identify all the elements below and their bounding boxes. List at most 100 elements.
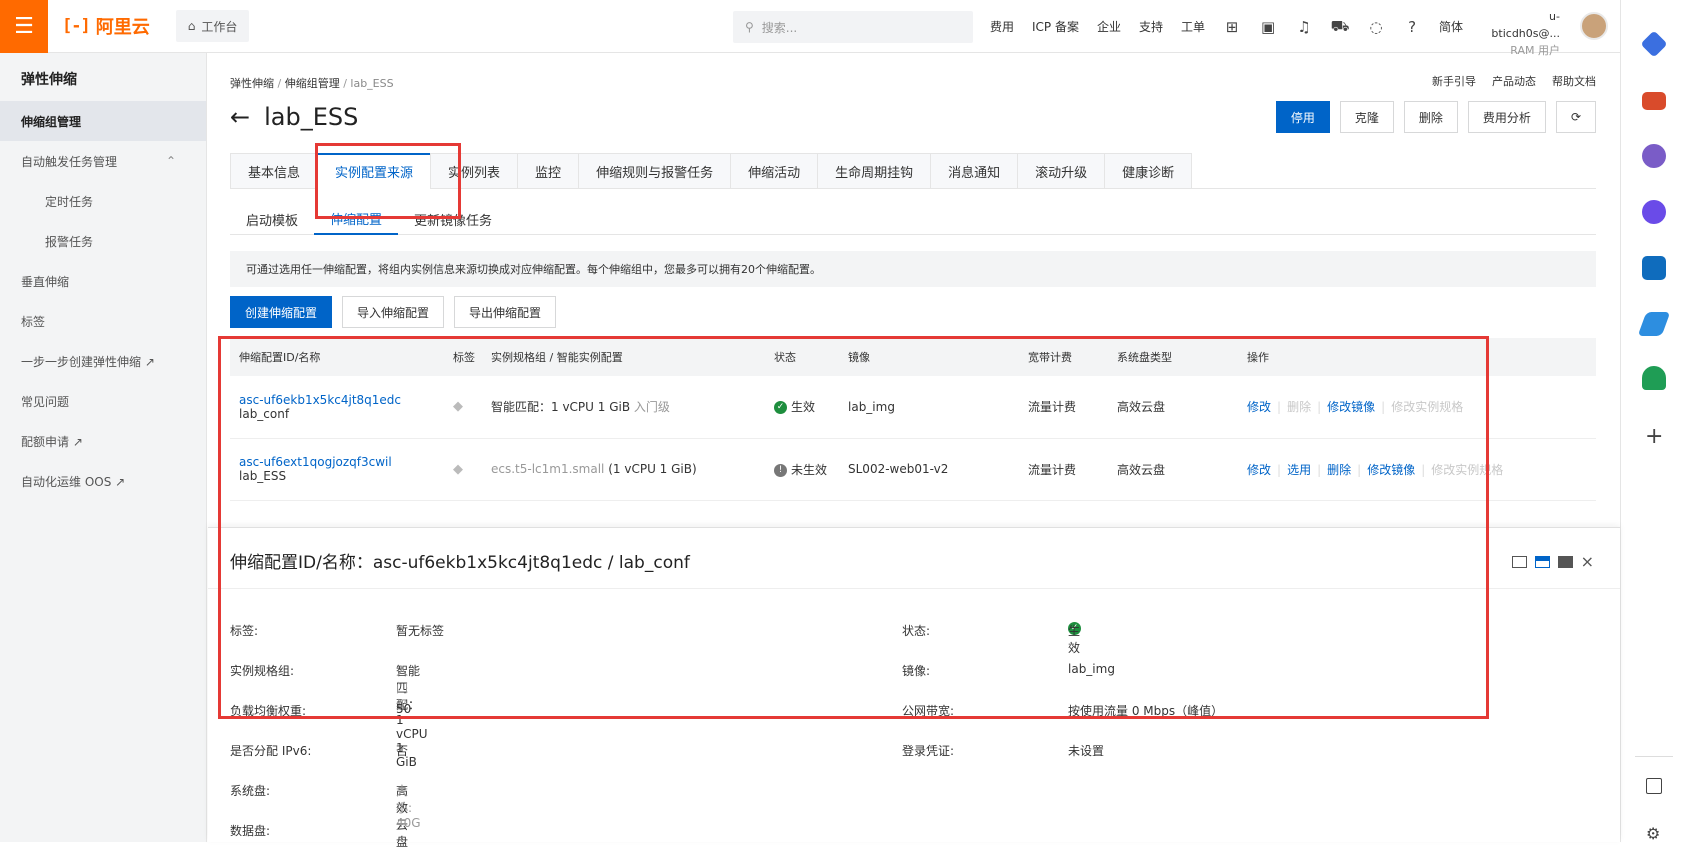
aliyun-logo[interactable]: [-] 阿里云 — [62, 13, 150, 39]
edit-link[interactable]: 修改 — [1247, 463, 1271, 477]
config-name: lab_ESS — [239, 469, 287, 483]
tab-rolling-update[interactable]: 滚动升级 — [1017, 153, 1105, 189]
cart-icon[interactable]: ⛟ — [1331, 17, 1350, 36]
sidebar-item-auto-trigger[interactable]: 自动触发任务管理 ⌃ — [0, 141, 206, 181]
link-docs[interactable]: 帮助文档 — [1552, 73, 1596, 89]
op-separator: | — [1317, 462, 1322, 477]
hamburger-menu-icon[interactable]: ☰ — [0, 0, 48, 53]
config-id-link[interactable]: asc-uf6ekb1x5kc4jt8q1edc — [239, 393, 444, 407]
tag-icon[interactable]: ◆ — [453, 462, 463, 477]
nav-enterprise[interactable]: 企业 — [1097, 18, 1121, 35]
tag-icon[interactable] — [1640, 30, 1668, 58]
edit-image-link[interactable]: 修改镜像 — [1367, 463, 1415, 477]
browser-side-rail: + ⚙ — [1620, 0, 1686, 843]
tab-monitoring[interactable]: 监控 — [517, 153, 579, 189]
detail-label: 负载均衡权重: — [230, 704, 307, 718]
nav-icp[interactable]: ICP 备案 — [1032, 18, 1079, 35]
sidebar-item-oos[interactable]: 自动化运维 OOS ↗ — [0, 461, 206, 501]
link-guide[interactable]: 新手引导 — [1432, 73, 1476, 89]
people-icon[interactable] — [1642, 144, 1666, 168]
user-info[interactable]: u-bticdh0s@... RAM 用户 — [1490, 8, 1560, 59]
toolbox-icon[interactable] — [1642, 92, 1666, 110]
billing-type: 流量计费 — [1019, 376, 1108, 439]
layout-bottom-icon[interactable] — [1511, 555, 1527, 568]
copilot-icon[interactable] — [1642, 200, 1666, 224]
edit-link[interactable]: 修改 — [1247, 400, 1271, 414]
avatar[interactable] — [1580, 12, 1608, 40]
sidebar-item-scaling-group[interactable]: 伸缩组管理 — [0, 101, 206, 141]
column-header: 系统盘类型 — [1108, 338, 1238, 376]
layout-full-icon[interactable] — [1557, 555, 1573, 568]
nav-support[interactable]: 支持 — [1139, 18, 1163, 35]
config-id-link[interactable]: asc-uf6ext1qogjozqf3cwil — [239, 455, 444, 469]
select-link[interactable]: 选用 — [1287, 463, 1311, 477]
config-button-row: 创建伸缩配置 导入伸缩配置 导出伸缩配置 — [230, 296, 557, 328]
edit-spec-link[interactable]: 修改实例规格 — [1431, 463, 1503, 477]
tab-lifecycle-hooks[interactable]: 生命周期挂钩 — [817, 153, 931, 189]
sidebar-item-label: 自动触发任务管理 — [21, 154, 118, 169]
outlook-icon[interactable] — [1642, 256, 1666, 280]
sidebar-item-vertical-scaling[interactable]: 垂直伸缩 — [0, 261, 206, 301]
terminal-icon[interactable]: ▣ — [1259, 18, 1277, 36]
tab-basic-info[interactable]: 基本信息 — [230, 153, 318, 189]
disk-type: 高效云盘 — [1108, 438, 1238, 501]
sidebar-item-alarm-task[interactable]: 报警任务 — [0, 221, 206, 261]
create-config-button[interactable]: 创建伸缩配置 — [230, 296, 333, 328]
send-icon[interactable] — [1637, 312, 1671, 336]
delete-link[interactable]: 删除 — [1327, 463, 1351, 477]
breadcrumb-item[interactable]: 伸缩组管理 — [285, 77, 340, 90]
workbench-button[interactable]: ⌂ 工作台 — [175, 10, 250, 42]
sidebar-toggle-icon[interactable] — [1646, 778, 1662, 794]
sidebar-item-tags[interactable]: 标签 — [0, 301, 206, 341]
sidebar-item-label: 伸缩组管理 — [21, 114, 82, 129]
column-header: 操作 — [1238, 338, 1596, 376]
export-config-button[interactable]: 导出伸缩配置 — [454, 296, 557, 328]
tab-instance-list[interactable]: 实例列表 — [430, 153, 518, 189]
cost-analysis-button[interactable]: 费用分析 — [1467, 101, 1546, 133]
subtab-launch-template[interactable]: 启动模板 — [230, 203, 314, 235]
refresh-icon[interactable]: ⟳ — [1555, 101, 1596, 133]
delete-button[interactable]: 删除 — [1403, 101, 1458, 133]
close-icon[interactable]: × — [1581, 552, 1594, 571]
layout-half-icon[interactable] — [1534, 555, 1550, 568]
lightbulb-icon[interactable]: ◌ — [1367, 18, 1385, 36]
tab-scaling-activity[interactable]: 伸缩活动 — [730, 153, 818, 189]
check-circle-icon: ✓ — [774, 401, 787, 415]
resource-icon[interactable]: ⊞ — [1223, 18, 1241, 36]
settings-icon[interactable]: ⚙ — [1646, 824, 1660, 843]
language-switch[interactable]: 简体 — [1439, 18, 1463, 35]
sidebar-item-quota[interactable]: 配额申请 ↗ — [0, 421, 206, 461]
subtab-update-image[interactable]: 更新镜像任务 — [398, 203, 508, 235]
tab-health-check[interactable]: 健康诊断 — [1104, 153, 1193, 189]
nav-cost[interactable]: 费用 — [990, 18, 1014, 35]
sidebar-item-scheduled-task[interactable]: 定时任务 — [0, 181, 206, 221]
op-separator: | — [1317, 400, 1322, 415]
search-input[interactable]: ⚲ 搜索... — [733, 11, 973, 43]
tab-scaling-rules[interactable]: 伸缩规则与报警任务 — [578, 153, 731, 189]
bell-icon[interactable]: ♫ — [1295, 18, 1313, 36]
help-icon[interactable]: ? — [1403, 18, 1421, 36]
breadcrumb-item[interactable]: 弹性伸缩 — [230, 77, 274, 90]
column-header: 状态 — [765, 338, 839, 376]
clone-button[interactable]: 克隆 — [1339, 101, 1394, 133]
stop-button[interactable]: 停用 — [1275, 101, 1330, 133]
breadcrumb: 弹性伸缩 / 伸缩组管理 / lab_ESS — [230, 75, 394, 91]
back-arrow-icon[interactable]: ← — [230, 103, 250, 131]
delete-link[interactable]: 删除 — [1287, 400, 1311, 414]
add-icon[interactable]: + — [1645, 424, 1663, 449]
tag-icon[interactable]: ◆ — [453, 399, 463, 414]
sidebar-item-step-guide[interactable]: 一步一步创建弹性伸缩 ↗ — [0, 341, 206, 381]
detail-label: 系统盘: — [230, 784, 271, 798]
status-text: 未生效 — [791, 462, 828, 477]
subtab-scaling-config[interactable]: 伸缩配置 — [314, 203, 399, 235]
nav-ticket[interactable]: 工单 — [1181, 18, 1205, 35]
tree-icon[interactable] — [1642, 366, 1666, 390]
sidebar-item-faq[interactable]: 常见问题 — [0, 381, 206, 421]
edit-image-link[interactable]: 修改镜像 — [1327, 400, 1375, 414]
tab-notifications[interactable]: 消息通知 — [930, 153, 1018, 189]
import-config-button[interactable]: 导入伸缩配置 — [342, 296, 445, 328]
link-news[interactable]: 产品动态 — [1492, 73, 1536, 89]
edit-spec-link[interactable]: 修改实例规格 — [1391, 400, 1463, 414]
tab-instance-config-source[interactable]: 实例配置来源 — [317, 153, 431, 189]
op-separator: | — [1421, 462, 1426, 477]
